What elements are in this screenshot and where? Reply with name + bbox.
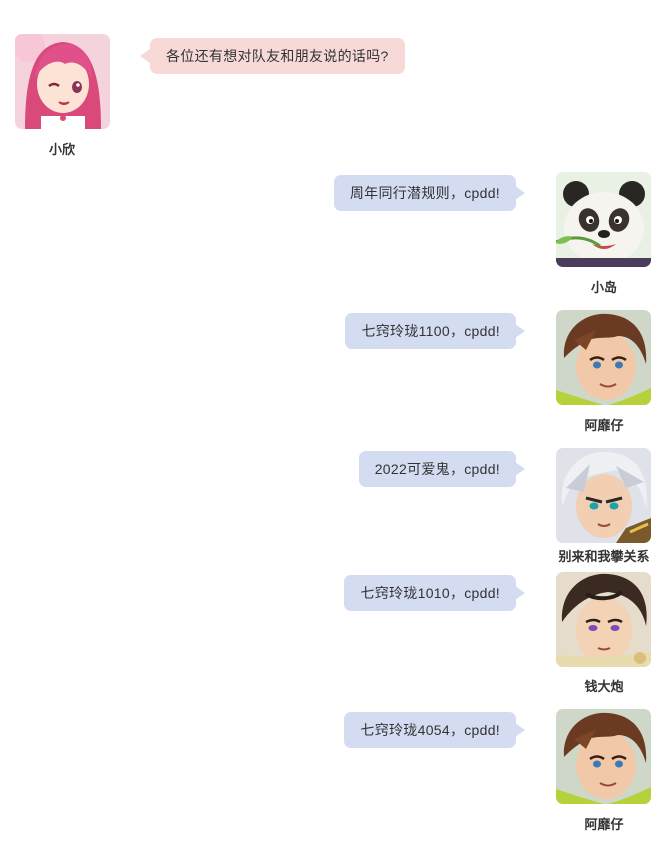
message-bubble[interactable]: 七窍玲珑4054，cpdd! — [344, 712, 516, 748]
sender-name: 阿靡仔 — [584, 817, 624, 832]
brown-hair-boy-avatar-icon[interactable] — [556, 709, 651, 804]
bubble-tail — [515, 723, 525, 737]
chat-message-right: 阿靡仔 七窍玲珑4054，cpdd! — [0, 0, 669, 844]
